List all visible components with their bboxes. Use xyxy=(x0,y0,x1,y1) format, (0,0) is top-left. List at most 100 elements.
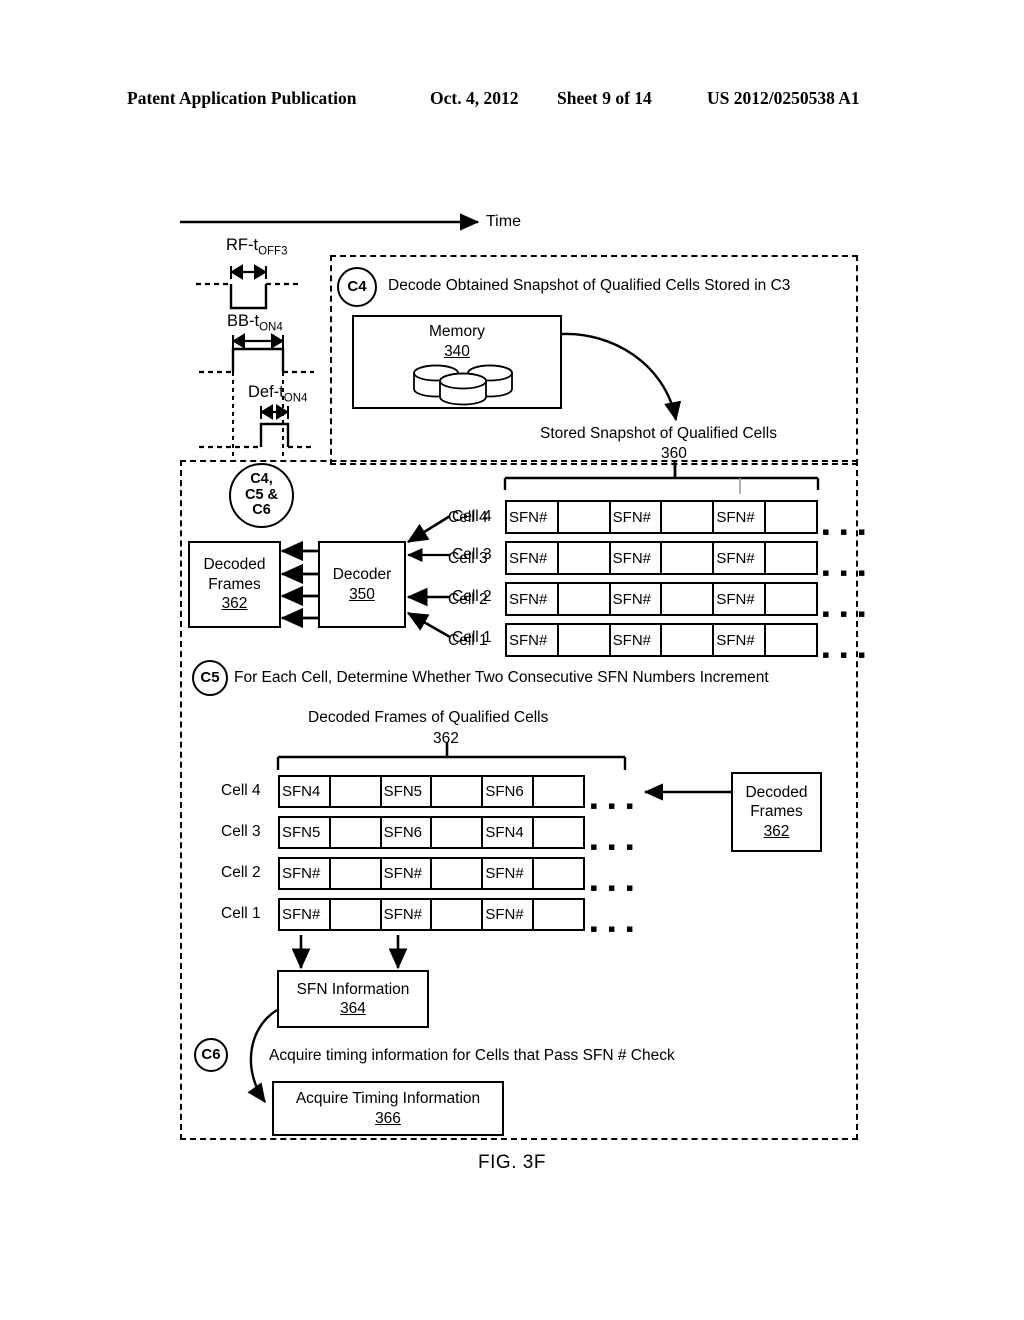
step-c5-text: For Each Cell, Determine Whether Two Con… xyxy=(234,669,769,686)
sfn-cell xyxy=(331,777,382,806)
sfn-cell xyxy=(534,900,583,929)
sfn-cell xyxy=(559,625,611,655)
sfn-cell: SFN6 xyxy=(382,818,433,847)
sfn-information-title: SFN Information xyxy=(296,980,410,998)
sfn-cell xyxy=(662,625,715,655)
sfn-cell: SFN# xyxy=(611,584,663,614)
sfn-cell xyxy=(331,859,382,888)
sfn-cell xyxy=(662,543,715,573)
decoded-frames-left-block: Decoded Frames 362 xyxy=(188,541,281,628)
sfn-cell: SFN# xyxy=(280,859,331,888)
sfn-cell: SFN4 xyxy=(483,818,535,847)
patent-figure-page: Patent Application Publication Oct. 4, 2… xyxy=(0,0,1024,1320)
memory-block: Memory 340 xyxy=(352,315,562,409)
sfn-cell: SFN# xyxy=(507,543,559,573)
sfn-cell xyxy=(559,584,611,614)
decoded-frames-left-line1: Decoded xyxy=(203,556,266,574)
sfn-cell xyxy=(662,584,715,614)
decoder-ref: 350 xyxy=(349,585,375,603)
acquire-timing-block: Acquire Timing Information 366 xyxy=(272,1081,504,1136)
sfn-information-ref: 364 xyxy=(340,1000,366,1017)
decoded-frames-left-label: Decoded Frames 362 xyxy=(190,543,279,626)
decoded-frames-row-label-cell1: Cell 1 xyxy=(221,905,261,922)
sfn-information-label: SFN Information 364 xyxy=(279,972,427,1026)
sfn-cell: SFN# xyxy=(611,625,663,655)
waveform-def-ton4 xyxy=(199,404,314,449)
stored-snapshot-ellipsis: ▪ ▪ ▪ xyxy=(822,519,868,544)
decoder-input-label-cell4: Cell 4 xyxy=(452,508,492,525)
decoded-frames-ellipsis: ▪ ▪ ▪ xyxy=(590,875,636,900)
step-c4-text: Decode Obtained Snapshot of Qualified Ce… xyxy=(388,277,791,294)
waveform-label-bb-ton4: BB-tON4 xyxy=(227,312,283,334)
step-marker-c5: C5 xyxy=(192,660,228,696)
header-publication-number: US 2012/0250538 A1 xyxy=(707,88,860,108)
sfn-cell: SFN5 xyxy=(382,777,433,806)
sfn-cell xyxy=(766,625,816,655)
sfn-cell: SFN6 xyxy=(483,777,535,806)
sfn-cell: SFN5 xyxy=(280,818,331,847)
waveform-rf-toff3 xyxy=(196,264,300,310)
sfn-cell: SFN# xyxy=(714,502,767,532)
sfn-cell: SFN4 xyxy=(280,777,331,806)
decoded-frames-right-line1: Decoded xyxy=(745,783,808,801)
step-marker-c4: C4 xyxy=(337,267,377,307)
sfn-cell xyxy=(559,543,611,573)
sfn-cell xyxy=(331,900,382,929)
sfn-cell xyxy=(534,859,583,888)
sfn-information-block: SFN Information 364 xyxy=(277,970,429,1028)
decoded-frames-ellipsis: ▪ ▪ ▪ xyxy=(590,793,636,818)
c456-line2: C5 & xyxy=(244,486,279,503)
header-date: Oct. 4, 2012 xyxy=(430,88,519,108)
table-row: SFN5 SFN6 SFN4 xyxy=(278,816,585,849)
header-publication-title: Patent Application Publication xyxy=(127,88,357,108)
database-icon xyxy=(413,364,513,406)
sfn-cell xyxy=(432,900,484,929)
sfn-cell: SFN# xyxy=(714,584,767,614)
decoder-input-label-cell1: Cell 1 xyxy=(452,629,492,646)
decoded-frames-ellipsis: ▪ ▪ ▪ xyxy=(590,916,636,941)
memory-title: Memory xyxy=(429,323,485,340)
decoded-frames-right-block: Decoded Frames 362 xyxy=(731,772,822,852)
table-row: SFN# SFN# SFN# xyxy=(505,623,818,657)
sfn-cell xyxy=(766,543,816,573)
sfn-cell xyxy=(766,584,816,614)
table-row: SFN# SFN# SFN# xyxy=(505,582,818,616)
stored-snapshot-ref: 360 xyxy=(661,445,687,462)
sfn-cell: SFN# xyxy=(483,859,535,888)
time-axis-label: Time xyxy=(486,213,521,230)
sfn-cell xyxy=(559,502,611,532)
waveform-label-def-ton4: Def-tON4 xyxy=(248,383,308,405)
decoder-input-label-cell3: Cell 3 xyxy=(452,546,492,563)
memory-ref: 340 xyxy=(444,343,470,360)
decoded-frames-table-ref: 362 xyxy=(433,730,459,747)
sfn-cell: SFN# xyxy=(611,543,663,573)
stored-snapshot-ellipsis: ▪ ▪ ▪ xyxy=(822,560,868,585)
sfn-cell: SFN# xyxy=(507,502,559,532)
sfn-cell: SFN# xyxy=(507,625,559,655)
table-row: SFN# SFN# SFN# xyxy=(278,898,585,931)
sfn-cell: SFN# xyxy=(714,625,767,655)
stored-snapshot-ellipsis: ▪ ▪ ▪ xyxy=(822,642,868,667)
step-marker-c6: C6 xyxy=(194,1038,228,1072)
sfn-cell: SFN# xyxy=(382,900,433,929)
figure-caption: FIG. 3F xyxy=(478,1152,546,1173)
table-row: SFN# SFN# SFN# xyxy=(505,500,818,534)
waveform-label-rf-toff3: RF-tOFF3 xyxy=(226,236,288,258)
sfn-cell xyxy=(534,777,583,806)
step-marker-c4-c5-c6: C4, C5 & C6 xyxy=(229,463,294,528)
decoded-frames-row-label-cell2: Cell 2 xyxy=(221,864,261,881)
decoder-block: Decoder 350 xyxy=(318,541,406,628)
c456-line1: C4, xyxy=(250,470,273,487)
sfn-cell xyxy=(432,777,484,806)
decoded-frames-left-ref: 362 xyxy=(221,595,248,613)
header-sheet: Sheet 9 of 14 xyxy=(557,88,652,108)
decoded-frames-row-label-cell3: Cell 3 xyxy=(221,823,261,840)
decoded-frames-right-line2: Frames xyxy=(750,803,803,821)
stored-snapshot-title: Stored Snapshot of Qualified Cells xyxy=(540,425,777,442)
decoded-frames-right-ref: 362 xyxy=(763,822,790,840)
c456-line3: C6 xyxy=(252,502,271,519)
sfn-cell: SFN# xyxy=(611,502,663,532)
acquire-timing-label: Acquire Timing Information 366 xyxy=(274,1083,502,1134)
sfn-cell xyxy=(766,502,816,532)
stored-snapshot-ellipsis: ▪ ▪ ▪ xyxy=(822,601,868,626)
